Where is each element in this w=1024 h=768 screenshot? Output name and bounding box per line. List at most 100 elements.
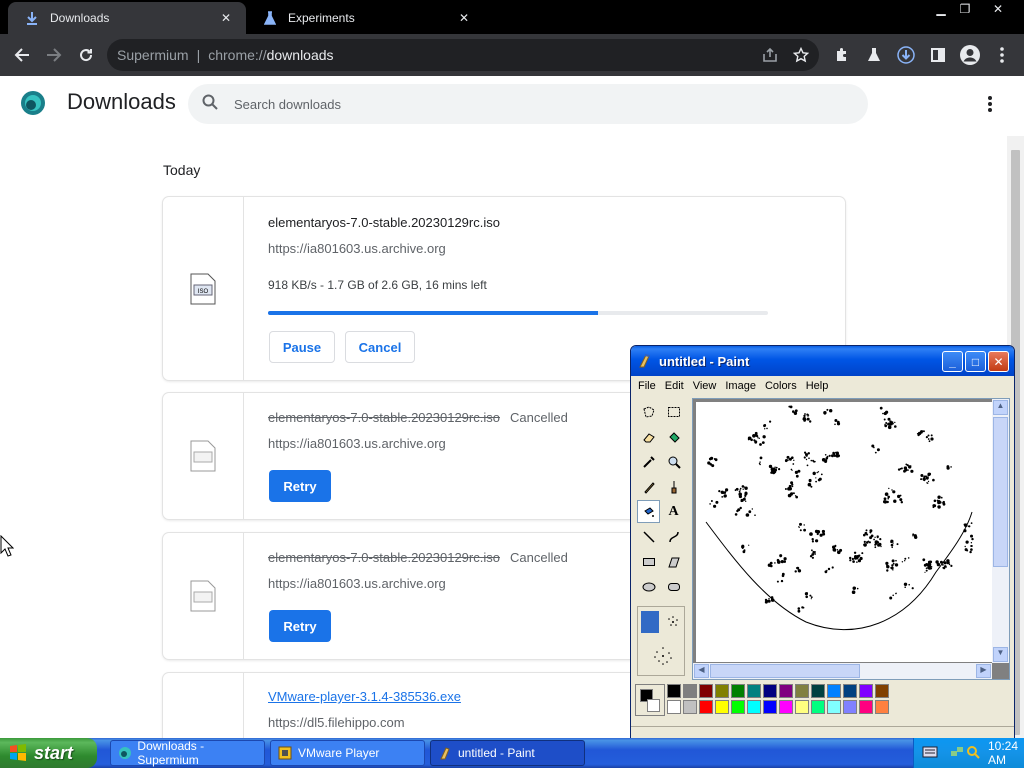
search-box[interactable] xyxy=(188,84,868,124)
paint-canvas[interactable] xyxy=(696,402,994,662)
share-icon[interactable] xyxy=(757,42,783,68)
paint-minimize-button[interactable]: _ xyxy=(942,351,963,372)
palette-color-swatch[interactable] xyxy=(763,684,777,698)
color-picker-tool-icon[interactable] xyxy=(637,450,660,473)
experiments-flask-icon[interactable] xyxy=(861,42,887,68)
reload-button[interactable] xyxy=(73,42,99,68)
file-source-url[interactable]: https://ia801603.us.archive.org xyxy=(268,241,446,256)
retry-button[interactable]: Retry xyxy=(269,610,331,642)
menu-colors[interactable]: Colors xyxy=(765,380,797,392)
palette-color-swatch[interactable] xyxy=(699,700,713,714)
chrome-menu-icon[interactable] xyxy=(989,42,1015,68)
palette-color-swatch[interactable] xyxy=(843,684,857,698)
palette-color-swatch[interactable] xyxy=(843,700,857,714)
palette-color-swatch[interactable] xyxy=(731,684,745,698)
palette-color-swatch[interactable] xyxy=(795,684,809,698)
vertical-scroll-thumb[interactable] xyxy=(993,417,1008,567)
back-button[interactable] xyxy=(9,42,35,68)
file-source-url[interactable]: https://ia801603.us.archive.org xyxy=(268,436,446,451)
file-source-url[interactable]: https://ia801603.us.archive.org xyxy=(268,576,446,591)
scroll-right-arrow-icon[interactable]: ▶ xyxy=(976,664,991,678)
file-name-link[interactable]: VMware-player-3.1.4-385536.exe xyxy=(268,689,461,704)
airbrush-size-large-option[interactable] xyxy=(652,643,674,669)
menu-view[interactable]: View xyxy=(693,380,717,392)
palette-color-swatch[interactable] xyxy=(683,684,697,698)
line-tool-icon[interactable] xyxy=(637,525,660,548)
polygon-tool-icon[interactable] xyxy=(662,550,685,573)
menu-help[interactable]: Help xyxy=(806,380,829,392)
start-button[interactable]: start xyxy=(0,738,97,768)
palette-color-swatch[interactable] xyxy=(859,700,873,714)
close-window-icon[interactable]: ✕ xyxy=(983,0,1013,18)
palette-color-swatch[interactable] xyxy=(779,684,793,698)
scroll-up-arrow-icon[interactable]: ▲ xyxy=(993,400,1008,415)
pencil-tool-icon[interactable] xyxy=(637,475,660,498)
palette-color-swatch[interactable] xyxy=(811,700,825,714)
airbrush-size-small-option[interactable] xyxy=(641,611,659,633)
airbrush-size-medium-option[interactable] xyxy=(664,611,682,633)
more-actions-icon[interactable] xyxy=(980,94,1000,114)
magnifier-tool-icon[interactable] xyxy=(662,450,685,473)
palette-color-swatch[interactable] xyxy=(795,700,809,714)
scroll-left-arrow-icon[interactable]: ◀ xyxy=(694,664,709,678)
palette-color-swatch[interactable] xyxy=(731,700,745,714)
palette-color-swatch[interactable] xyxy=(667,700,681,714)
paint-title-bar[interactable]: untitled - Paint _ □ ✕ xyxy=(631,346,1014,376)
restore-icon[interactable]: ❐ xyxy=(950,0,980,18)
network-icon[interactable] xyxy=(950,745,964,762)
tab-experiments[interactable]: Experiments ✕ xyxy=(246,2,484,34)
horizontal-scroll-thumb[interactable] xyxy=(710,664,860,678)
keyboard-icon[interactable] xyxy=(922,746,938,761)
paint-maximize-button[interactable]: □ xyxy=(965,351,986,372)
palette-color-swatch[interactable] xyxy=(715,700,729,714)
palette-color-swatch[interactable] xyxy=(827,684,841,698)
paint-horizontal-scrollbar[interactable]: ◀ ▶ xyxy=(693,663,992,679)
profile-avatar-icon[interactable] xyxy=(957,42,983,68)
curve-tool-icon[interactable] xyxy=(662,525,685,548)
close-icon[interactable]: ✕ xyxy=(456,10,472,26)
fill-tool-icon[interactable] xyxy=(662,425,685,448)
downloads-indicator-icon[interactable] xyxy=(893,42,919,68)
close-icon[interactable]: ✕ xyxy=(218,10,234,26)
menu-image[interactable]: Image xyxy=(725,380,756,392)
retry-button[interactable]: Retry xyxy=(269,470,331,502)
menu-edit[interactable]: Edit xyxy=(665,380,684,392)
taskbar-item-downloads[interactable]: Downloads - Supermium xyxy=(110,739,265,767)
palette-color-swatch[interactable] xyxy=(747,684,761,698)
search-tray-icon[interactable] xyxy=(966,745,980,762)
file-name[interactable]: elementaryos-7.0-stable.20230129rc.iso xyxy=(268,215,500,230)
free-select-tool-icon[interactable] xyxy=(637,400,660,423)
palette-color-swatch[interactable] xyxy=(875,684,889,698)
paint-close-button[interactable]: ✕ xyxy=(988,351,1009,372)
palette-color-swatch[interactable] xyxy=(763,700,777,714)
scroll-down-arrow-icon[interactable]: ▼ xyxy=(993,647,1008,662)
palette-color-swatch[interactable] xyxy=(875,700,889,714)
rounded-rect-tool-icon[interactable] xyxy=(662,575,685,598)
palette-color-swatch[interactable] xyxy=(683,700,697,714)
paint-vertical-scrollbar[interactable]: ▲ ▼ xyxy=(992,399,1009,663)
tab-downloads[interactable]: Downloads ✕ xyxy=(8,2,246,34)
text-tool-icon[interactable]: A xyxy=(662,500,685,523)
palette-color-swatch[interactable] xyxy=(699,684,713,698)
forward-button[interactable] xyxy=(41,42,67,68)
pause-button[interactable]: Pause xyxy=(269,331,335,363)
side-panel-icon[interactable] xyxy=(925,42,951,68)
bookmark-star-icon[interactable] xyxy=(788,42,814,68)
airbrush-tool-icon[interactable] xyxy=(637,500,660,523)
address-bar[interactable]: Supermium | chrome://downloads xyxy=(107,39,819,71)
taskbar-item-paint[interactable]: untitled - Paint xyxy=(430,740,585,766)
search-input[interactable] xyxy=(234,96,834,112)
rectangle-tool-icon[interactable] xyxy=(637,550,660,573)
menu-file[interactable]: File xyxy=(638,380,656,392)
palette-color-swatch[interactable] xyxy=(811,684,825,698)
palette-color-swatch[interactable] xyxy=(779,700,793,714)
palette-color-swatch[interactable] xyxy=(667,684,681,698)
palette-color-swatch[interactable] xyxy=(715,684,729,698)
palette-color-swatch[interactable] xyxy=(747,700,761,714)
taskbar-item-vmware[interactable]: VMware Player xyxy=(270,740,425,766)
file-source-url[interactable]: https://dl5.filehippo.com xyxy=(268,715,405,730)
palette-color-swatch[interactable] xyxy=(827,700,841,714)
extensions-icon[interactable] xyxy=(829,42,855,68)
rect-select-tool-icon[interactable] xyxy=(662,400,685,423)
palette-color-swatch[interactable] xyxy=(859,684,873,698)
